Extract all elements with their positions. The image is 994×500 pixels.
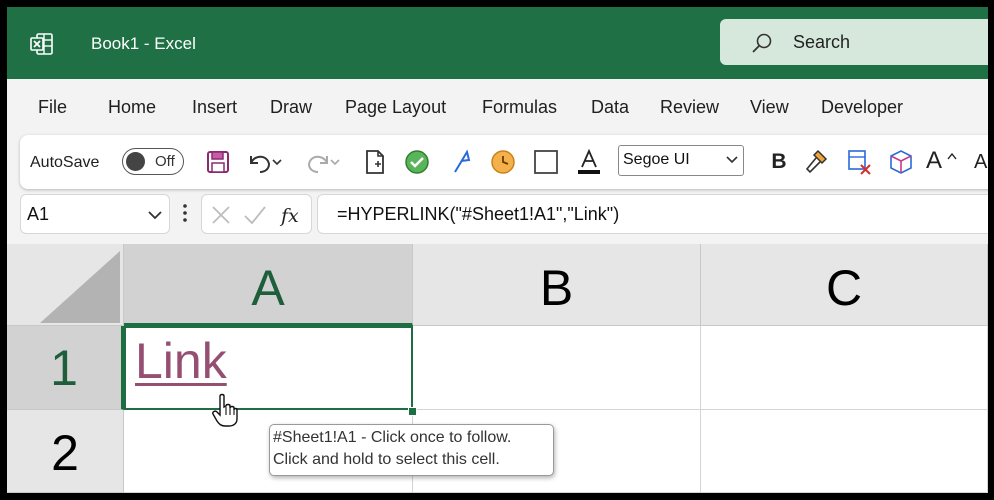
window-title: Book1 - Excel	[91, 34, 196, 53]
pen-icon[interactable]	[447, 147, 477, 177]
cancel-icon[interactable]	[211, 205, 231, 225]
formula-input[interactable]: =HYPERLINK("#Sheet1!A1","Link")	[317, 194, 988, 234]
column-header-b[interactable]: B	[413, 244, 701, 326]
enter-check-icon[interactable]	[243, 205, 267, 225]
hand-cursor-icon	[212, 393, 238, 427]
fill-handle[interactable]	[408, 407, 417, 416]
menu-data[interactable]: Data	[591, 97, 629, 118]
chevron-down-icon	[148, 211, 162, 220]
row-header-1[interactable]: 1	[7, 326, 124, 410]
menu-draw[interactable]: Draw	[270, 97, 312, 118]
svg-text:fx: fx	[279, 205, 299, 227]
autosave-toggle[interactable]: Off	[122, 148, 184, 175]
check-circle-icon[interactable]	[402, 147, 432, 177]
menu-review[interactable]: Review	[660, 97, 719, 118]
caret-up-icon	[947, 152, 957, 160]
font-family-select[interactable]: Segoe UI	[618, 145, 744, 176]
search-label: Search	[793, 32, 851, 52]
undo-dropdown-icon[interactable]	[270, 147, 284, 177]
formula-text: =HYPERLINK("#Sheet1!A1","Link")	[337, 204, 620, 224]
formula-buttons: fx	[201, 194, 312, 234]
menu-view[interactable]: View	[750, 97, 789, 118]
menu-formulas[interactable]: Formulas	[482, 97, 557, 118]
excel-logo-icon	[30, 33, 53, 55]
column-header-a[interactable]: A	[124, 244, 413, 326]
hyperlink-text[interactable]: Link	[135, 332, 227, 390]
menu-file[interactable]: File	[38, 97, 67, 118]
search-icon	[752, 33, 772, 53]
menu-developer[interactable]: Developer	[821, 97, 903, 118]
autosave-label: AutoSave	[30, 154, 100, 171]
format-painter-icon[interactable]	[801, 147, 831, 177]
spreadsheet-grid: A B C 1 2 Link #Sheet1!A1 - Click once t…	[7, 244, 988, 493]
cell-c2[interactable]	[701, 410, 988, 493]
font-color-icon[interactable]	[574, 147, 604, 177]
toggle-knob	[126, 152, 145, 171]
tooltip-line-2: Click and hold to select this cell.	[273, 451, 500, 468]
excel-window: Book1 - Excel Search File Home Insert Dr…	[7, 7, 988, 493]
insert-function-icon[interactable]: fx	[279, 202, 305, 228]
select-all-triangle-icon	[40, 251, 120, 323]
autosave-state: Off	[155, 153, 175, 170]
bold-button[interactable]: B	[764, 147, 794, 177]
more-vertical-icon[interactable]	[179, 200, 191, 226]
hyperlink-tooltip: #Sheet1!A1 - Click once to follow. Click…	[269, 424, 554, 476]
name-box-value: A1	[27, 204, 50, 224]
clear-format-icon[interactable]	[844, 147, 874, 177]
title-bar: Book1 - Excel Search	[7, 7, 988, 79]
menu-page-layout[interactable]: Page Layout	[345, 97, 446, 118]
save-icon[interactable]	[203, 147, 233, 177]
redo-dropdown-icon[interactable]	[328, 147, 342, 177]
name-box[interactable]: A1	[20, 194, 170, 234]
menu-home[interactable]: Home	[108, 97, 156, 118]
cell-c1[interactable]	[701, 326, 988, 410]
quick-access-toolbar: AutoSave Off Segoe UI B A A	[20, 135, 988, 189]
border-icon[interactable]	[531, 147, 561, 177]
cell-a1[interactable]: Link	[124, 326, 413, 410]
menu-bar: File Home Insert Draw Page Layout Formul…	[7, 79, 988, 131]
decrease-font-size-button[interactable]: A	[974, 147, 988, 177]
column-header-c[interactable]: C	[701, 244, 988, 326]
row-header-2[interactable]: 2	[7, 410, 124, 493]
font-family-value: Segoe UI	[623, 151, 690, 168]
clock-icon[interactable]	[488, 147, 518, 177]
cell-b1[interactable]	[413, 326, 701, 410]
3d-box-icon[interactable]	[886, 147, 916, 177]
search-box[interactable]: Search	[720, 19, 988, 65]
select-all-corner[interactable]	[7, 244, 124, 326]
menu-insert[interactable]: Insert	[192, 97, 237, 118]
new-document-icon[interactable]	[360, 147, 390, 177]
tooltip-line-1: #Sheet1!A1 - Click once to follow.	[273, 429, 512, 446]
chevron-down-icon	[726, 156, 738, 164]
